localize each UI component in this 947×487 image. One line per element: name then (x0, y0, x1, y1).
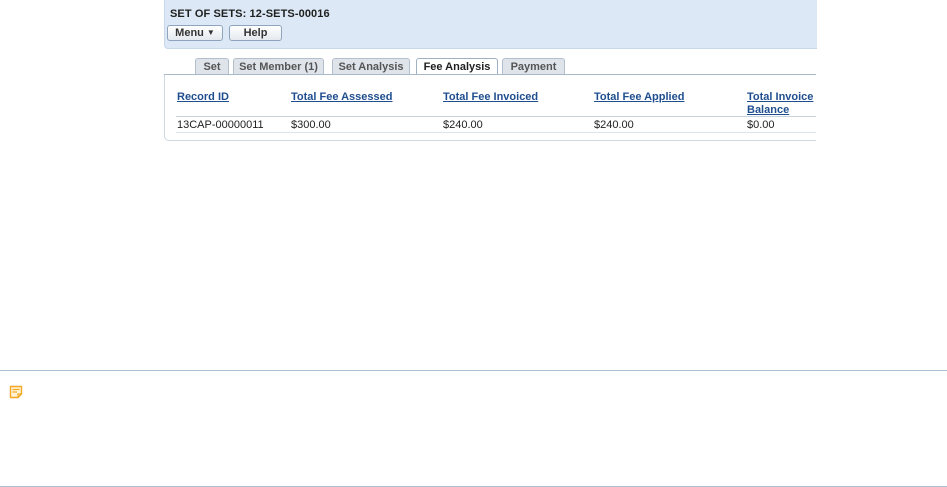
cell-total-fee-assessed: $300.00 (291, 119, 331, 131)
tab-set[interactable]: Set (195, 58, 229, 75)
cell-record-id: 13CAP-00000011 (177, 119, 264, 131)
column-header-record-id[interactable]: Record ID (177, 91, 229, 104)
page-title: SET OF SETS: 12-SETS-00016 (170, 8, 330, 20)
tab-set-member[interactable]: Set Member (1) (233, 58, 324, 75)
row-divider (176, 132, 816, 133)
menu-button-label: Menu (175, 27, 204, 39)
header-divider (176, 116, 816, 117)
column-header-total-fee-assessed[interactable]: Total Fee Assessed (291, 91, 393, 104)
tab-set-analysis[interactable]: Set Analysis (332, 58, 410, 75)
help-button[interactable]: Help (229, 25, 282, 41)
fee-analysis-table: Record ID Total Fee Assessed Total Fee I… (164, 75, 816, 141)
column-header-total-fee-applied[interactable]: Total Fee Applied (594, 91, 684, 104)
chevron-down-icon: ▼ (206, 28, 215, 37)
column-header-total-invoice-balance[interactable]: Total Invoice Balance (747, 91, 817, 117)
note-divider-top (0, 370, 947, 371)
menu-button[interactable]: Menu ▼ (167, 25, 223, 41)
note-icon (9, 385, 23, 399)
cell-total-fee-applied: $240.00 (594, 119, 634, 131)
cell-total-fee-invoiced: $240.00 (443, 119, 483, 131)
set-header-panel: SET OF SETS: 12-SETS-00016 Menu ▼ Help (164, 0, 817, 49)
column-header-total-fee-invoiced[interactable]: Total Fee Invoiced (443, 91, 538, 104)
cell-total-invoice-balance: $0.00 (747, 119, 775, 131)
tab-payment[interactable]: Payment (502, 58, 565, 75)
